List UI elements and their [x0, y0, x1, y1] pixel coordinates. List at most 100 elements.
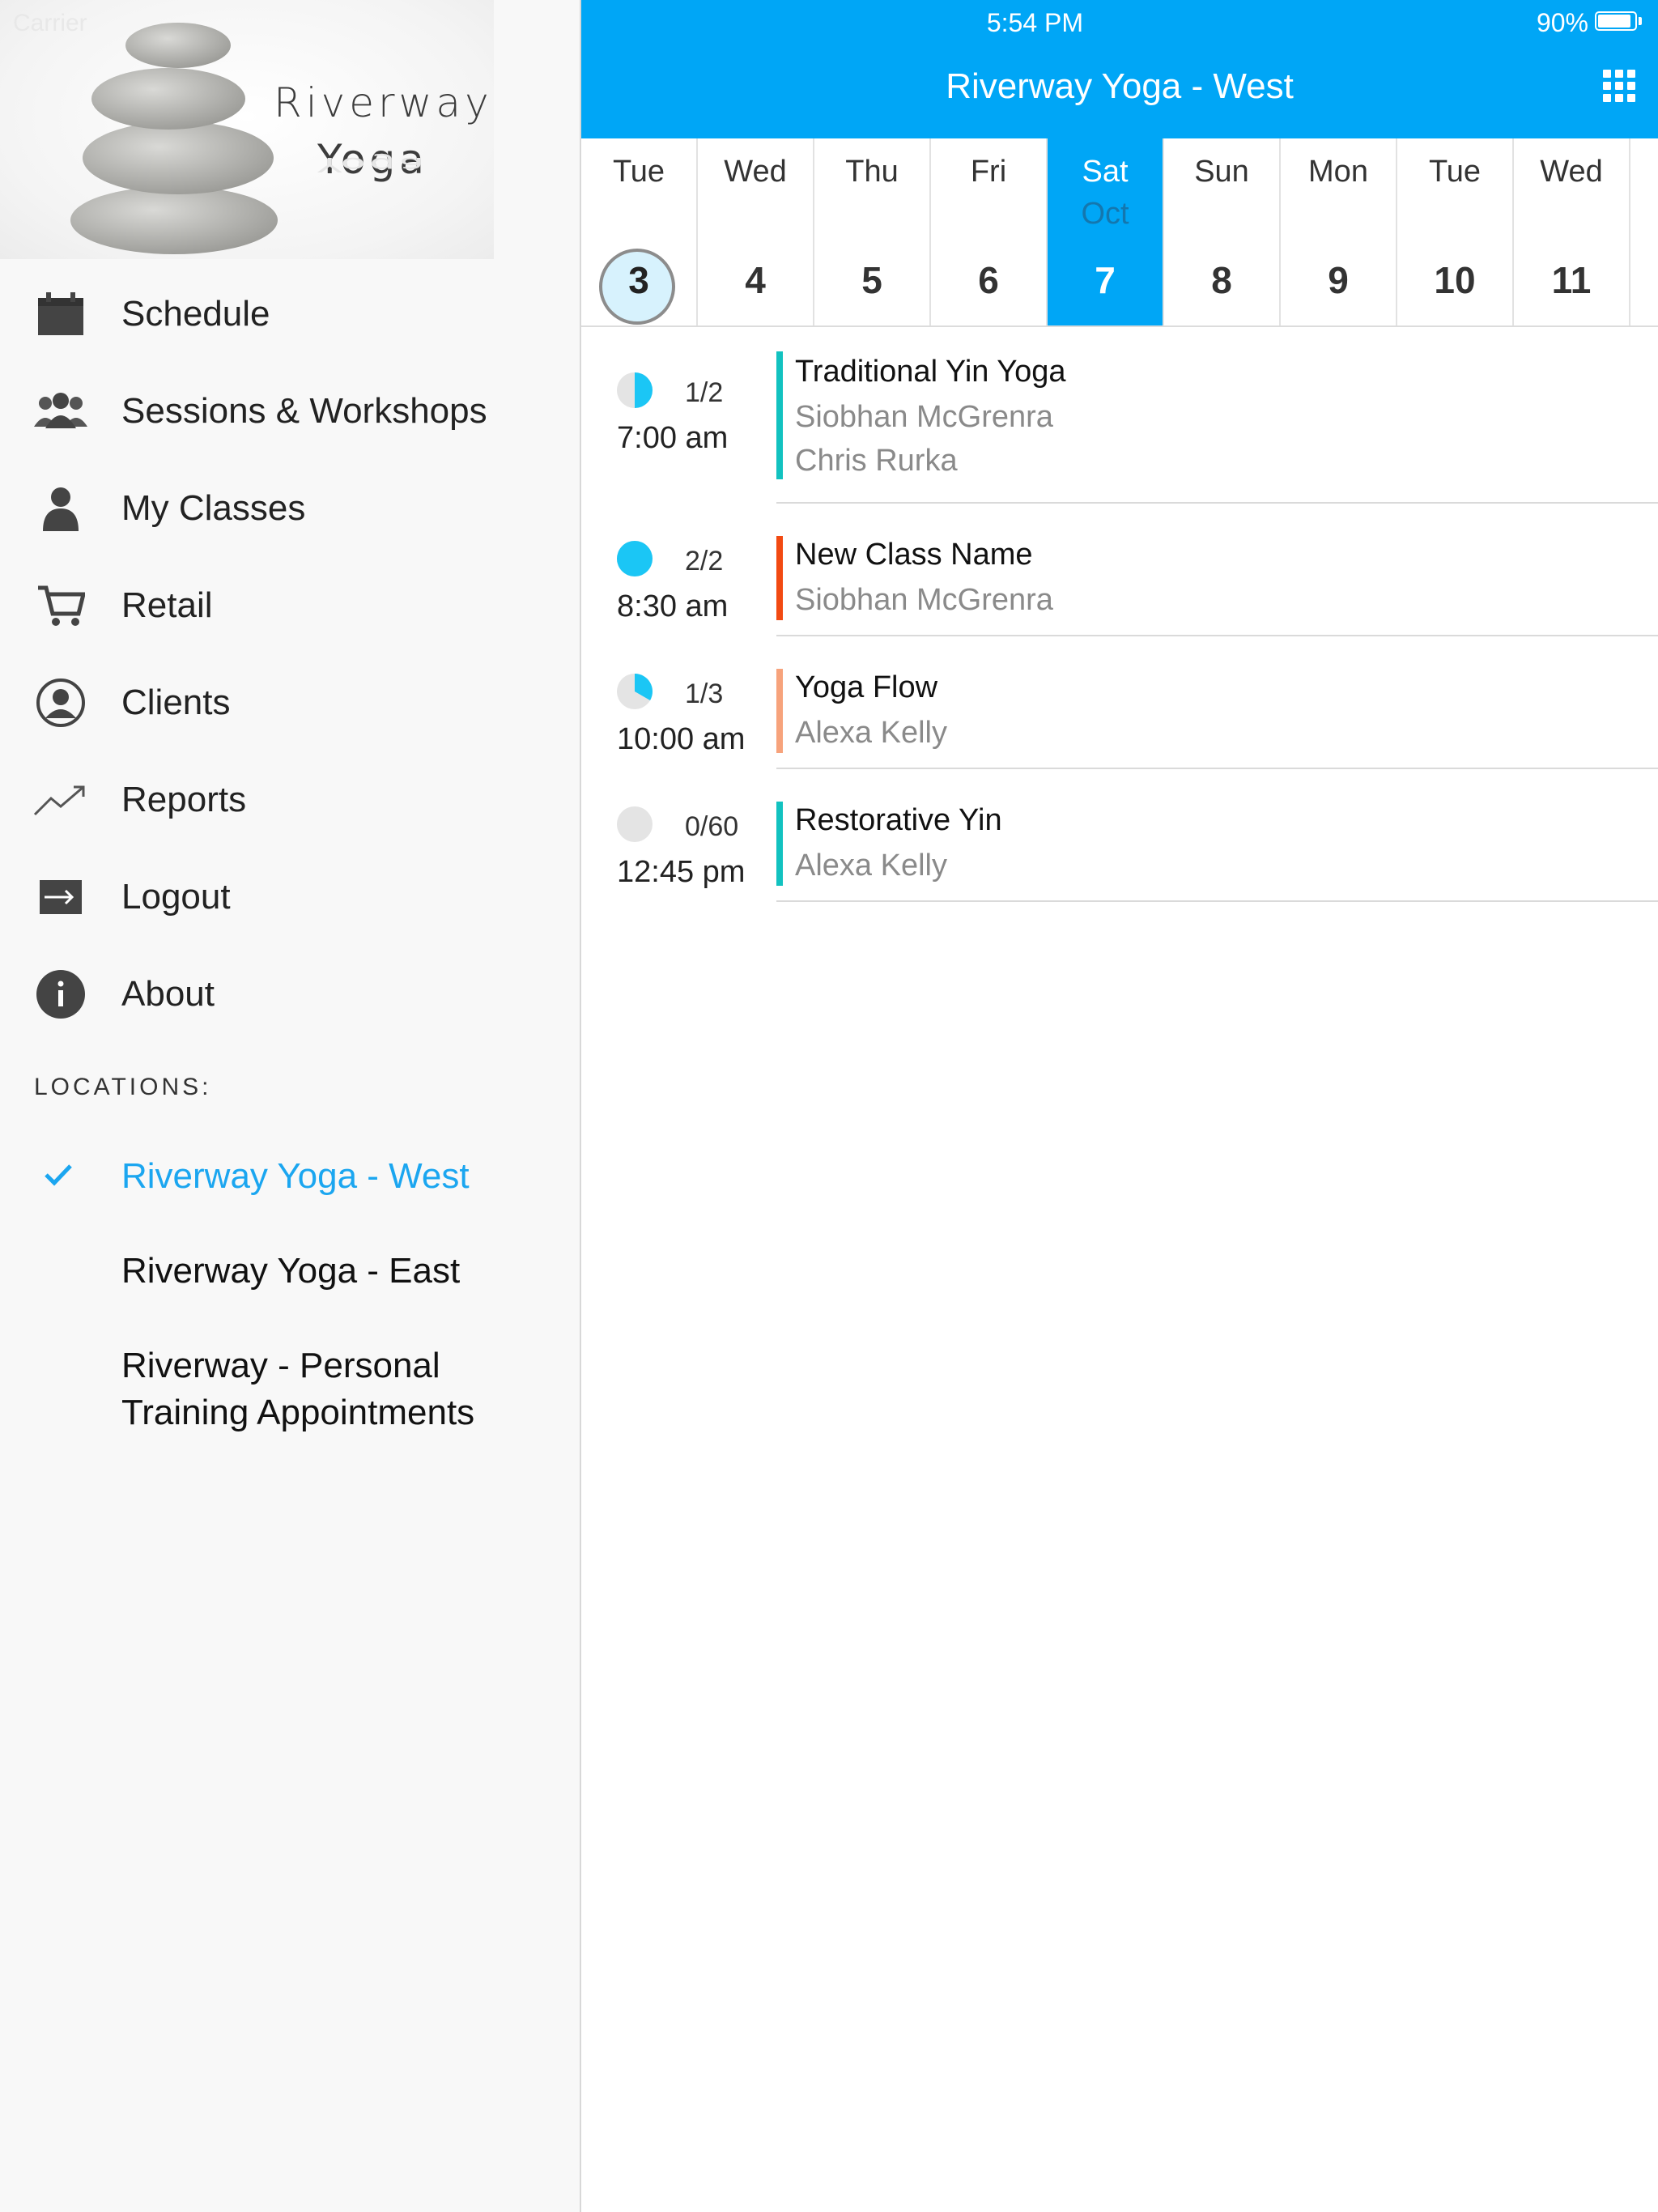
checkmark-icon: [44, 1163, 73, 1191]
class-name: Restorative Yin: [795, 803, 1002, 837]
menu-item-retail[interactable]: Retail: [0, 557, 581, 654]
day-number: 9: [1328, 259, 1349, 301]
day-name: Thu: [845, 155, 899, 189]
day-name: Wed: [1540, 155, 1603, 189]
row-divider: [776, 900, 1658, 902]
class-name: Traditional Yin Yoga: [795, 355, 1066, 389]
location-label-line1: Riverway - Personal: [121, 1346, 440, 1385]
class-time: 7:00 am: [617, 421, 729, 455]
day-number: 5: [861, 259, 882, 301]
menu-label: Reports: [121, 780, 247, 819]
page-title: Riverway Yoga - West: [946, 66, 1294, 106]
day-name: Mon: [1308, 155, 1368, 189]
day-name: Tue: [1428, 155, 1482, 189]
day-cell[interactable]: Thu 5: [814, 138, 931, 325]
trend-icon: [32, 772, 89, 828]
carrier-label: Carrier: [13, 10, 87, 36]
menu-label: Clients: [121, 683, 231, 722]
capacity-count: 1/3: [685, 678, 724, 709]
location-riverway-east[interactable]: Riverway Yoga - East: [121, 1248, 460, 1295]
instructor-name: Alexa Kelly: [795, 716, 947, 750]
class-color-bar: [776, 802, 783, 886]
capacity-pie-icon: [617, 806, 653, 846]
class-time: 10:00 am: [617, 722, 746, 756]
info-icon: [32, 966, 89, 1023]
day-cell[interactable]: Tue 3: [581, 138, 698, 325]
menu-label: My Classes: [121, 488, 306, 528]
grid-menu-icon[interactable]: [1603, 70, 1635, 102]
menu-label: About: [121, 974, 215, 1014]
calendar-icon: [32, 286, 89, 342]
day-cell[interactable]: Sat Oct 7: [1048, 138, 1164, 325]
class-name: Yoga Flow: [795, 670, 938, 704]
instructor-name: Alexa Kelly: [795, 849, 947, 883]
class-row[interactable]: 0/60 12:45 pm Restorative Yin Alexa Kelly: [581, 769, 1658, 902]
day-number: 3: [628, 259, 649, 301]
day-cell[interactable]: Sun 8: [1164, 138, 1281, 325]
menu-item-my-classes[interactable]: My Classes: [0, 460, 581, 557]
day-name: Tue: [612, 155, 665, 189]
day-name: Sun: [1194, 155, 1249, 189]
class-color-bar: [776, 351, 783, 479]
day-name: Sat: [1082, 155, 1129, 189]
group-icon: [32, 383, 89, 440]
location-riverway-west[interactable]: Riverway Yoga - West: [121, 1153, 470, 1200]
class-time: 8:30 am: [617, 589, 729, 623]
day-name: Fri: [970, 155, 1007, 189]
capacity-count: 2/2: [685, 546, 724, 576]
location-personal-training[interactable]: Riverway - Personal Training Appointment…: [121, 1342, 474, 1436]
menu-label: Sessions & Workshops: [121, 391, 487, 431]
menu-item-logout[interactable]: Logout: [0, 849, 581, 946]
person-icon: [32, 480, 89, 537]
menu-label: Schedule: [121, 294, 270, 334]
stones-logo-icon: [70, 23, 278, 254]
cart-icon: [32, 577, 89, 634]
capacity-count: 0/60: [685, 811, 739, 842]
menu-item-sessions-workshops[interactable]: Sessions & Workshops: [0, 363, 581, 460]
menu-label: Retail: [121, 585, 213, 625]
class-color-bar: [776, 536, 783, 620]
capacity-pie-icon: [617, 541, 653, 581]
capacity-pie-icon: [617, 372, 653, 412]
menu-label: Logout: [121, 877, 231, 917]
capacity-count: 1/2: [685, 377, 724, 408]
battery-icon: [1595, 11, 1637, 31]
day-name: Wed: [724, 155, 787, 189]
day-cell[interactable]: Mon 9: [1281, 138, 1397, 325]
studio-logo: Riverway Yoga Yoga: [0, 0, 494, 259]
class-color-bar: [776, 669, 783, 753]
day-number: 7: [1095, 259, 1116, 301]
side-menu: Riverway Yoga Yoga Carrier Schedule Sess…: [0, 0, 581, 2212]
day-cell[interactable]: Tue 10: [1397, 138, 1514, 325]
day-number: 6: [978, 259, 999, 301]
class-time: 12:45 pm: [617, 855, 746, 889]
locations-header: LOCATIONS:: [34, 1074, 212, 1100]
user-circle-icon: [32, 674, 89, 731]
day-cell[interactable]: Fri 6: [931, 138, 1048, 325]
logo-reflection: Yoga: [317, 153, 428, 177]
menu-item-schedule[interactable]: Schedule: [0, 266, 581, 363]
battery-tip: [1639, 17, 1642, 25]
menu-item-about[interactable]: About: [0, 946, 581, 1043]
menu-item-reports[interactable]: Reports: [0, 751, 581, 849]
capacity-pie-icon: [617, 674, 653, 713]
day-number: 8: [1211, 259, 1232, 301]
logo-text-riverway: Riverway: [274, 79, 493, 126]
menu-item-clients[interactable]: Clients: [0, 654, 581, 751]
day-number: 10: [1434, 259, 1476, 301]
day-cell[interactable]: Wed 11: [1514, 138, 1630, 325]
class-row[interactable]: 1/2 7:00 am Traditional Yin Yoga Siobhan Mc…: [581, 327, 1658, 504]
logout-icon: [32, 869, 89, 925]
nav-header: 5:54 PM 90% Riverway Yoga - West: [581, 0, 1658, 138]
location-label-line2: Training Appointments: [121, 1393, 475, 1432]
main-menu: Schedule Sessions & Workshops My Classes…: [0, 266, 581, 1043]
class-row[interactable]: 1/3 10:00 am Yoga Flow Alexa Kelly: [581, 636, 1658, 769]
day-number: 4: [745, 259, 766, 301]
day-cell[interactable]: Wed 4: [698, 138, 814, 325]
instructor-name: Chris Rurka: [795, 444, 958, 478]
class-row[interactable]: 2/2 8:30 am New Class Name Siobhan McGrenra: [581, 504, 1658, 636]
day-number: 11: [1551, 259, 1592, 301]
class-name: New Class Name: [795, 538, 1033, 572]
instructor-name: Siobhan McGrenra: [795, 400, 1053, 434]
status-time: 5:54 PM: [986, 8, 1083, 37]
